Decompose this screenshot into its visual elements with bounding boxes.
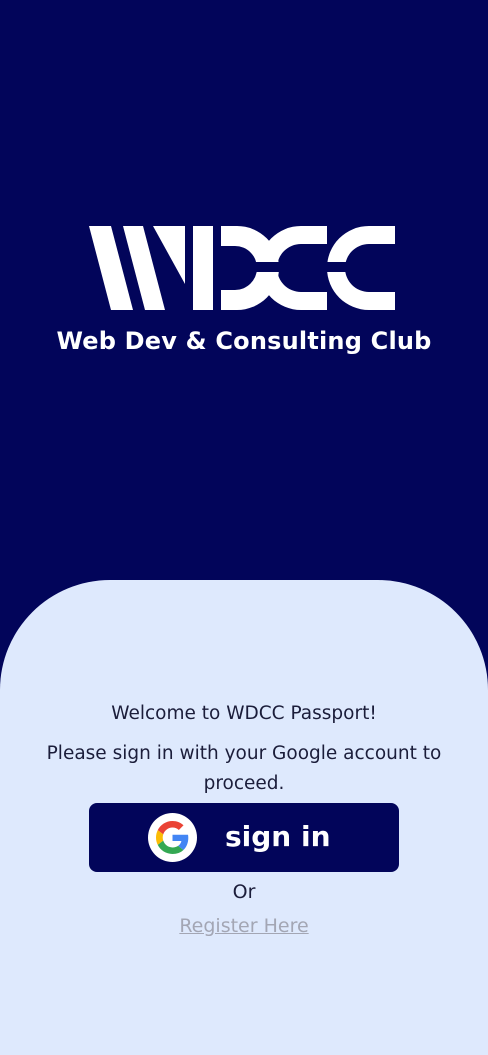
wdcc-logo: [0, 222, 488, 314]
google-signin-button[interactable]: sign in: [89, 803, 399, 872]
welcome-heading: Welcome to WDCC Passport!: [111, 703, 377, 724]
google-icon: [148, 813, 197, 862]
register-link[interactable]: Register Here: [0, 912, 488, 940]
or-divider-text: Or: [232, 881, 256, 903]
hero-banner: Web Dev & Consulting Club: [0, 0, 488, 600]
signin-instruction: Please sign in with your Google account …: [46, 743, 442, 794]
wdcc-logo-mark: [89, 226, 399, 310]
signin-button-label: sign in: [225, 820, 331, 853]
club-tagline: Web Dev & Consulting Club: [56, 327, 432, 355]
